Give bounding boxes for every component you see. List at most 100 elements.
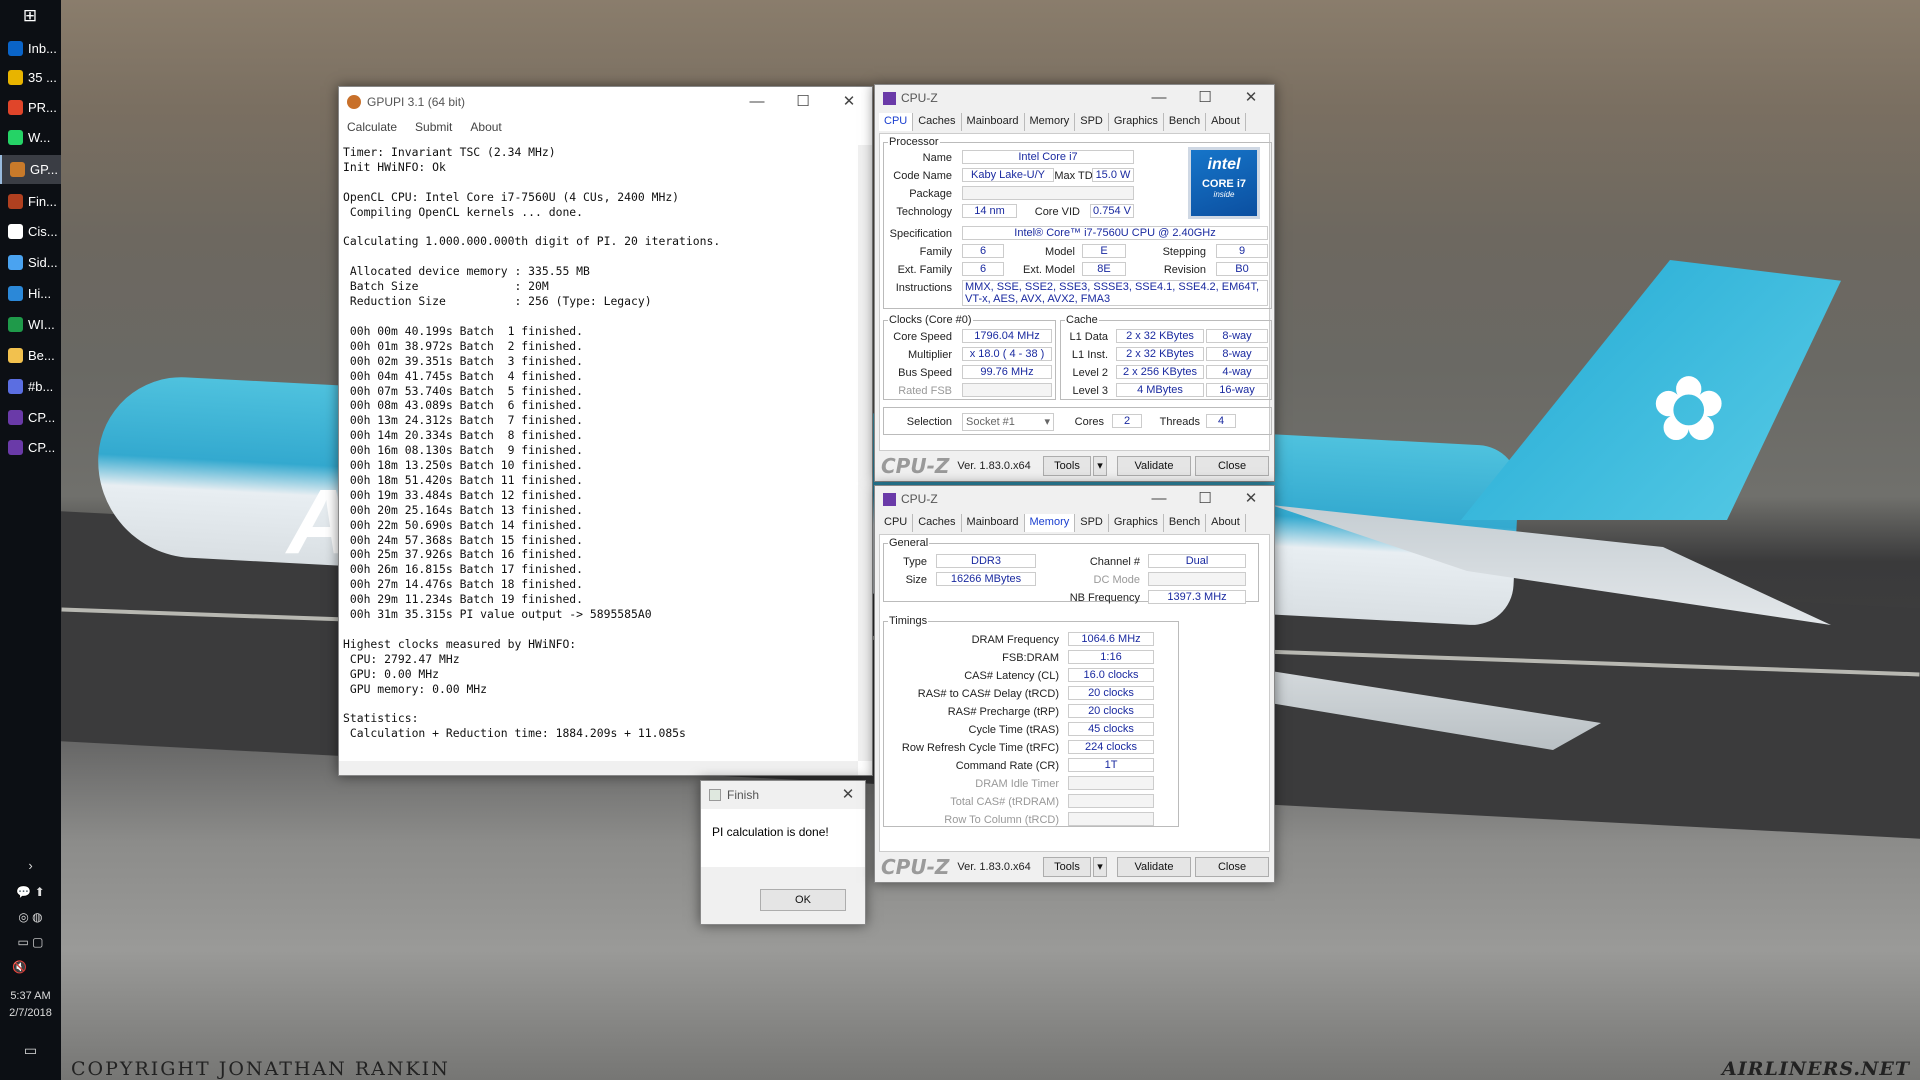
taskbar-item[interactable]: CP... xyxy=(0,403,61,432)
tab-cpu[interactable]: CPU xyxy=(879,113,914,131)
close-button[interactable]: ✕ xyxy=(831,781,865,809)
clock-time[interactable]: 5:37 AM xyxy=(0,990,61,1002)
taskbar-item[interactable]: Fin... xyxy=(0,187,61,216)
tools-button[interactable]: Tools xyxy=(1043,456,1091,476)
tools-button[interactable]: Tools xyxy=(1043,857,1091,877)
socket-select[interactable]: Socket #1 ▾ xyxy=(962,413,1054,431)
tab-mainboard[interactable]: Mainboard xyxy=(962,514,1025,532)
name-label: Name xyxy=(922,152,952,164)
instructions-label: Instructions xyxy=(895,282,952,294)
timing-label: Row Refresh Cycle Time (tRFC) xyxy=(901,742,1059,754)
taskbar-item[interactable]: WI... xyxy=(0,310,61,339)
tab-caches[interactable]: Caches xyxy=(913,113,962,131)
close-window-button[interactable]: Close xyxy=(1195,456,1269,476)
l1inst-label: L1 Inst. xyxy=(1071,349,1108,361)
tools-dropdown-chevron-icon[interactable]: ▾ xyxy=(1093,857,1107,877)
tab-mainboard[interactable]: Mainboard xyxy=(962,113,1025,131)
tab-bench[interactable]: Bench xyxy=(1164,514,1207,532)
maximize-button[interactable]: ☐ xyxy=(780,87,826,117)
menu-calculate[interactable]: Calculate xyxy=(347,120,397,134)
extfamily-value: 6 xyxy=(962,262,1004,276)
taskbar-item[interactable]: Cis... xyxy=(0,217,61,246)
intel-logo-brand: intel xyxy=(1207,156,1241,173)
close-window-button[interactable]: Close xyxy=(1195,857,1269,877)
taskbar-item[interactable]: GP... xyxy=(0,155,61,184)
tab-caches[interactable]: Caches xyxy=(913,514,962,532)
technology-label: Technology xyxy=(896,206,952,218)
stepping-label: Stepping xyxy=(1162,246,1206,258)
volume-muted-icon[interactable]: 🔇 xyxy=(0,960,61,974)
tab-spd[interactable]: SPD xyxy=(1075,113,1109,131)
vertical-scrollbar[interactable] xyxy=(858,145,872,761)
taskbar-item-label: WI... xyxy=(28,317,55,332)
taskbar-item[interactable]: Be... xyxy=(0,341,61,370)
taskbar-item[interactable]: Inb... xyxy=(0,34,61,63)
close-button[interactable]: ✕ xyxy=(1228,486,1274,512)
tab-memory[interactable]: Memory xyxy=(1024,514,1076,532)
channel-label: Channel # xyxy=(1089,556,1140,568)
gpupi-console-output[interactable]: Timer: Invariant TSC (2.34 MHz) Init HWi… xyxy=(343,145,858,761)
app-icon xyxy=(8,224,23,239)
close-button[interactable]: ✕ xyxy=(1228,85,1274,111)
windows-logo-icon[interactable]: ⊞ xyxy=(20,6,40,26)
timing-value: 45 clocks xyxy=(1068,722,1154,736)
taskbar-item[interactable]: 35 ... xyxy=(0,63,61,92)
horizontal-scrollbar[interactable] xyxy=(339,761,858,775)
l1inst-way: 8-way xyxy=(1206,347,1268,361)
intel-logo-line1: CORE i7 xyxy=(1201,178,1246,190)
app-icon xyxy=(8,41,23,56)
cpuz-titlebar[interactable]: CPU-Z — ☐ ✕ xyxy=(875,85,1274,111)
tray-icons-row3[interactable]: ▭ ▢ xyxy=(0,935,61,949)
taskbar-item[interactable]: Hi... xyxy=(0,279,61,308)
validate-button[interactable]: Validate xyxy=(1117,456,1191,476)
cpuz-version: Ver. 1.83.0.x64 xyxy=(957,861,1031,873)
tab-about[interactable]: About xyxy=(1206,113,1246,131)
taskbar-item[interactable]: PR... xyxy=(0,93,61,122)
tab-memory[interactable]: Memory xyxy=(1025,113,1076,131)
technology-value: 14 nm xyxy=(962,204,1017,218)
tray-icons-row2[interactable]: ◎ ◍ xyxy=(0,910,61,924)
taskbar-item[interactable]: W... xyxy=(0,123,61,152)
clock-date[interactable]: 2/7/2018 xyxy=(0,1007,61,1019)
codename-value: Kaby Lake-U/Y xyxy=(962,168,1054,182)
tab-graphics[interactable]: Graphics xyxy=(1109,113,1164,131)
cpuz-brand: CPU-Z xyxy=(881,454,950,478)
tray-icons-row1[interactable]: 💬 ⬆ xyxy=(0,885,61,899)
minimize-button[interactable]: — xyxy=(1136,486,1182,512)
intel-core-i7-logo: intel CORE i7 inside xyxy=(1188,147,1260,219)
tab-graphics[interactable]: Graphics xyxy=(1109,514,1164,532)
app-icon xyxy=(8,70,23,85)
gpupi-app-icon xyxy=(347,95,361,109)
minimize-button[interactable]: — xyxy=(734,87,780,117)
menu-submit[interactable]: Submit xyxy=(415,120,452,134)
tools-dropdown-chevron-icon[interactable]: ▾ xyxy=(1093,456,1107,476)
taskbar-item[interactable]: CP... xyxy=(0,433,61,462)
close-button[interactable]: ✕ xyxy=(826,87,872,117)
menu-about[interactable]: About xyxy=(470,120,501,134)
maximize-button[interactable]: ☐ xyxy=(1182,85,1228,111)
finish-titlebar[interactable]: Finish ✕ xyxy=(701,781,865,809)
chevron-up-icon[interactable]: › xyxy=(0,858,61,873)
maximize-button[interactable]: ☐ xyxy=(1182,486,1228,512)
finish-title: Finish xyxy=(727,788,760,802)
socket-select-value: Socket #1 xyxy=(966,416,1015,428)
timing-value: 1:16 xyxy=(1068,650,1154,664)
validate-button[interactable]: Validate xyxy=(1117,857,1191,877)
tab-spd[interactable]: SPD xyxy=(1075,514,1109,532)
gpupi-titlebar[interactable]: GPUPI 3.1 (64 bit) — ☐ ✕ xyxy=(339,87,872,117)
minimize-button[interactable]: — xyxy=(1136,85,1182,111)
taskbar-item[interactable]: #b... xyxy=(0,372,61,401)
ok-button[interactable]: OK xyxy=(760,889,846,911)
cpuz-titlebar[interactable]: CPU-Z — ☐ ✕ xyxy=(875,486,1274,512)
taskbar-item[interactable]: Sid... xyxy=(0,248,61,277)
tab-bench[interactable]: Bench xyxy=(1164,113,1207,131)
timing-label: Cycle Time (tRAS) xyxy=(968,724,1059,736)
tab-cpu[interactable]: CPU xyxy=(879,514,914,532)
channel-value: Dual xyxy=(1148,554,1246,568)
tab-about[interactable]: About xyxy=(1206,514,1246,532)
spec-value: Intel® Core™ i7-7560U CPU @ 2.40GHz xyxy=(962,226,1268,240)
threads-label: Threads xyxy=(1159,416,1200,428)
l2-label: Level 2 xyxy=(1072,367,1108,379)
action-center-icon[interactable]: ▭ xyxy=(0,1042,61,1059)
app-icon xyxy=(8,255,23,270)
